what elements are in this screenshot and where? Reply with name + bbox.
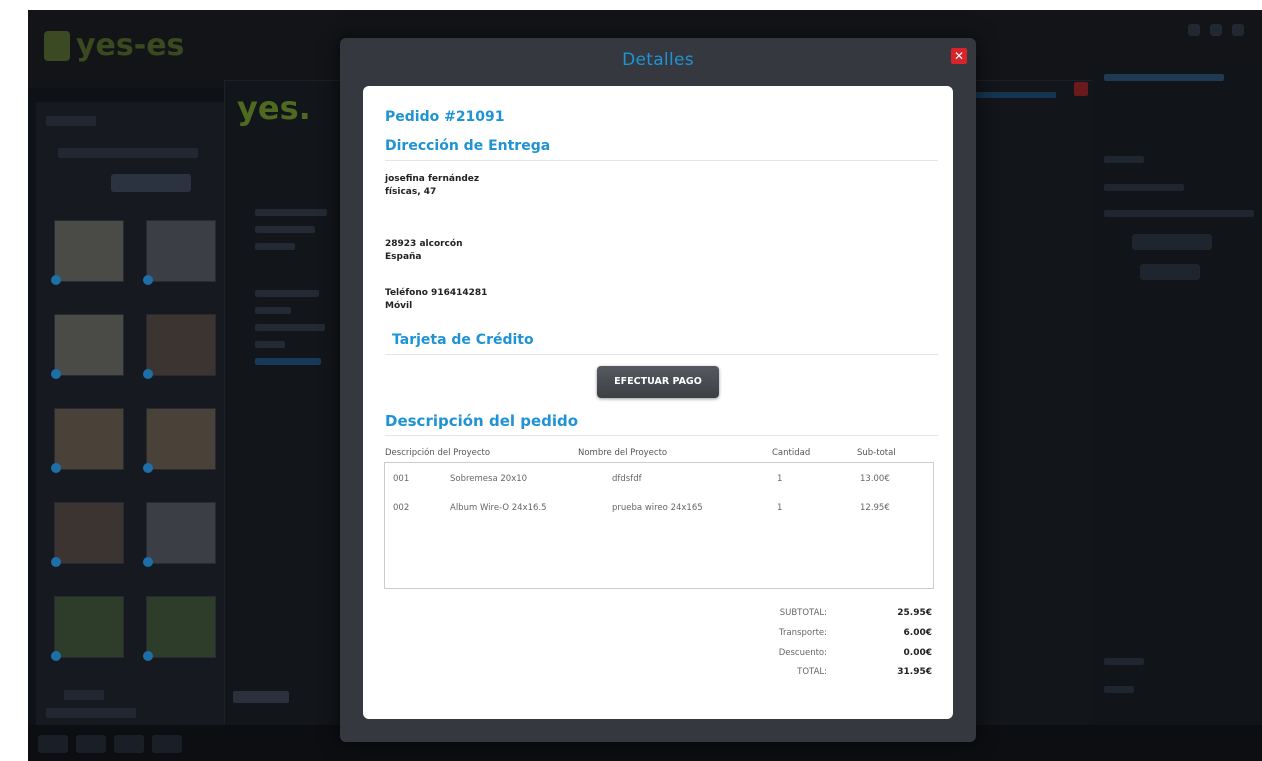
modal-title: Detalles <box>622 50 694 70</box>
logo-mark-icon <box>44 30 70 61</box>
window-close-icon <box>1232 24 1244 36</box>
item-project-name: prueba wireo 24x165 <box>612 503 703 513</box>
placeholder-line <box>1104 74 1224 81</box>
photo-thumbnail <box>143 408 216 473</box>
delivery-heading: Dirección de Entrega <box>385 138 551 154</box>
item-code: 001 <box>393 474 410 484</box>
window-controls <box>1188 24 1244 36</box>
photo-thumbnail <box>143 314 216 379</box>
background-logo: yes-es <box>44 28 184 63</box>
background-right-panel <box>1092 66 1262 756</box>
order-details-sheet: Pedido #21091 Dirección de Entrega josef… <box>363 86 953 719</box>
photo-thumbnail <box>51 220 124 285</box>
details-modal: Detalles ✕ Pedido #21091 Dirección de En… <box>340 38 976 742</box>
item-quantity: 1 <box>777 474 783 484</box>
column-header-description: Descripción del Proyecto <box>385 448 491 458</box>
placeholder-line <box>1104 156 1144 163</box>
placeholder-line <box>46 116 96 126</box>
placeholder-line <box>1104 658 1144 665</box>
status-dot-icon <box>143 369 153 379</box>
payment-heading: Tarjeta de Crédito <box>392 332 534 348</box>
status-dot-icon <box>143 557 153 567</box>
order-description-heading: Descripción del pedido <box>385 412 579 430</box>
background-tool-icon <box>76 735 106 753</box>
column-header-subtotal: Sub-total <box>857 448 896 458</box>
background-progress <box>966 92 1056 98</box>
status-dot-icon <box>143 651 153 661</box>
order-number: Pedido #21091 <box>385 109 505 125</box>
status-dot-icon <box>143 463 153 473</box>
background-tool-icon <box>152 735 182 753</box>
subtotal-label: SUBTOTAL: <box>779 608 827 618</box>
item-description: Sobremesa 20x10 <box>450 474 528 484</box>
background-pill <box>1132 234 1212 250</box>
placeholder-line <box>58 148 198 158</box>
country: España <box>385 252 422 262</box>
street-address: físicas, 47 <box>385 187 437 197</box>
order-items-table: 001 Sobremesa 20x10 dfdsfdf 1 13.00€ 002… <box>384 462 934 589</box>
background-tool-icon <box>38 735 68 753</box>
background-close-icon <box>1074 82 1088 96</box>
placeholder-line <box>1104 686 1134 693</box>
background-button <box>111 174 191 192</box>
background-tool-icon <box>114 735 144 753</box>
item-subtotal: 13.00€ <box>860 474 890 484</box>
background-window-logo: yes. <box>237 89 311 127</box>
photo-thumbnail <box>51 596 124 661</box>
shipping-value: 6.00€ <box>903 628 932 638</box>
city-postal: 28923 alcorcón <box>385 239 463 249</box>
minimize-icon <box>1188 24 1200 36</box>
background-pill <box>1140 264 1200 280</box>
total-label: TOTAL: <box>797 667 827 677</box>
placeholder-line <box>1104 184 1184 191</box>
status-dot-icon <box>51 557 61 567</box>
item-quantity: 1 <box>777 503 783 513</box>
divider <box>385 435 938 436</box>
divider <box>385 354 938 355</box>
item-subtotal: 12.95€ <box>860 503 890 513</box>
discount-value: 0.00€ <box>903 648 932 658</box>
photo-thumbnail <box>143 502 216 567</box>
status-dot-icon <box>51 463 61 473</box>
item-project-name: dfdsfdf <box>612 474 642 484</box>
placeholder-line <box>64 690 104 700</box>
column-header-project-name: Nombre del Proyecto <box>578 448 668 458</box>
status-dot-icon <box>51 275 61 285</box>
phone-number: Teléfono 916414281 <box>385 288 488 298</box>
placeholder-line <box>46 708 136 718</box>
photo-thumbnail <box>51 408 124 473</box>
total-value: 31.95€ <box>897 667 932 677</box>
discount-label: Descuento: <box>778 648 827 658</box>
maximize-icon <box>1210 24 1222 36</box>
background-small-button <box>233 691 289 703</box>
column-header-quantity: Cantidad <box>772 448 811 458</box>
photo-thumbnail <box>51 314 124 379</box>
background-side-text <box>255 209 335 375</box>
status-dot-icon <box>51 651 61 661</box>
pay-button[interactable]: EFECTUAR PAGO <box>597 366 719 398</box>
close-icon[interactable]: ✕ <box>951 48 967 64</box>
shipping-label: Transporte: <box>779 628 827 638</box>
item-description: Album Wire-O 24x16.5 <box>450 503 547 513</box>
status-dot-icon <box>143 275 153 285</box>
photo-thumbnail <box>143 220 216 285</box>
photo-thumbnail <box>51 502 124 567</box>
divider <box>385 160 938 161</box>
status-dot-icon <box>51 369 61 379</box>
subtotal-value: 25.95€ <box>897 608 932 618</box>
item-code: 002 <box>393 503 410 513</box>
photo-thumbnail <box>143 596 216 661</box>
background-logo-text: yes-es <box>76 28 185 63</box>
recipient-name: josefina fernández <box>385 174 480 184</box>
placeholder-line <box>1104 210 1254 217</box>
mobile-number: Móvil <box>385 301 413 311</box>
